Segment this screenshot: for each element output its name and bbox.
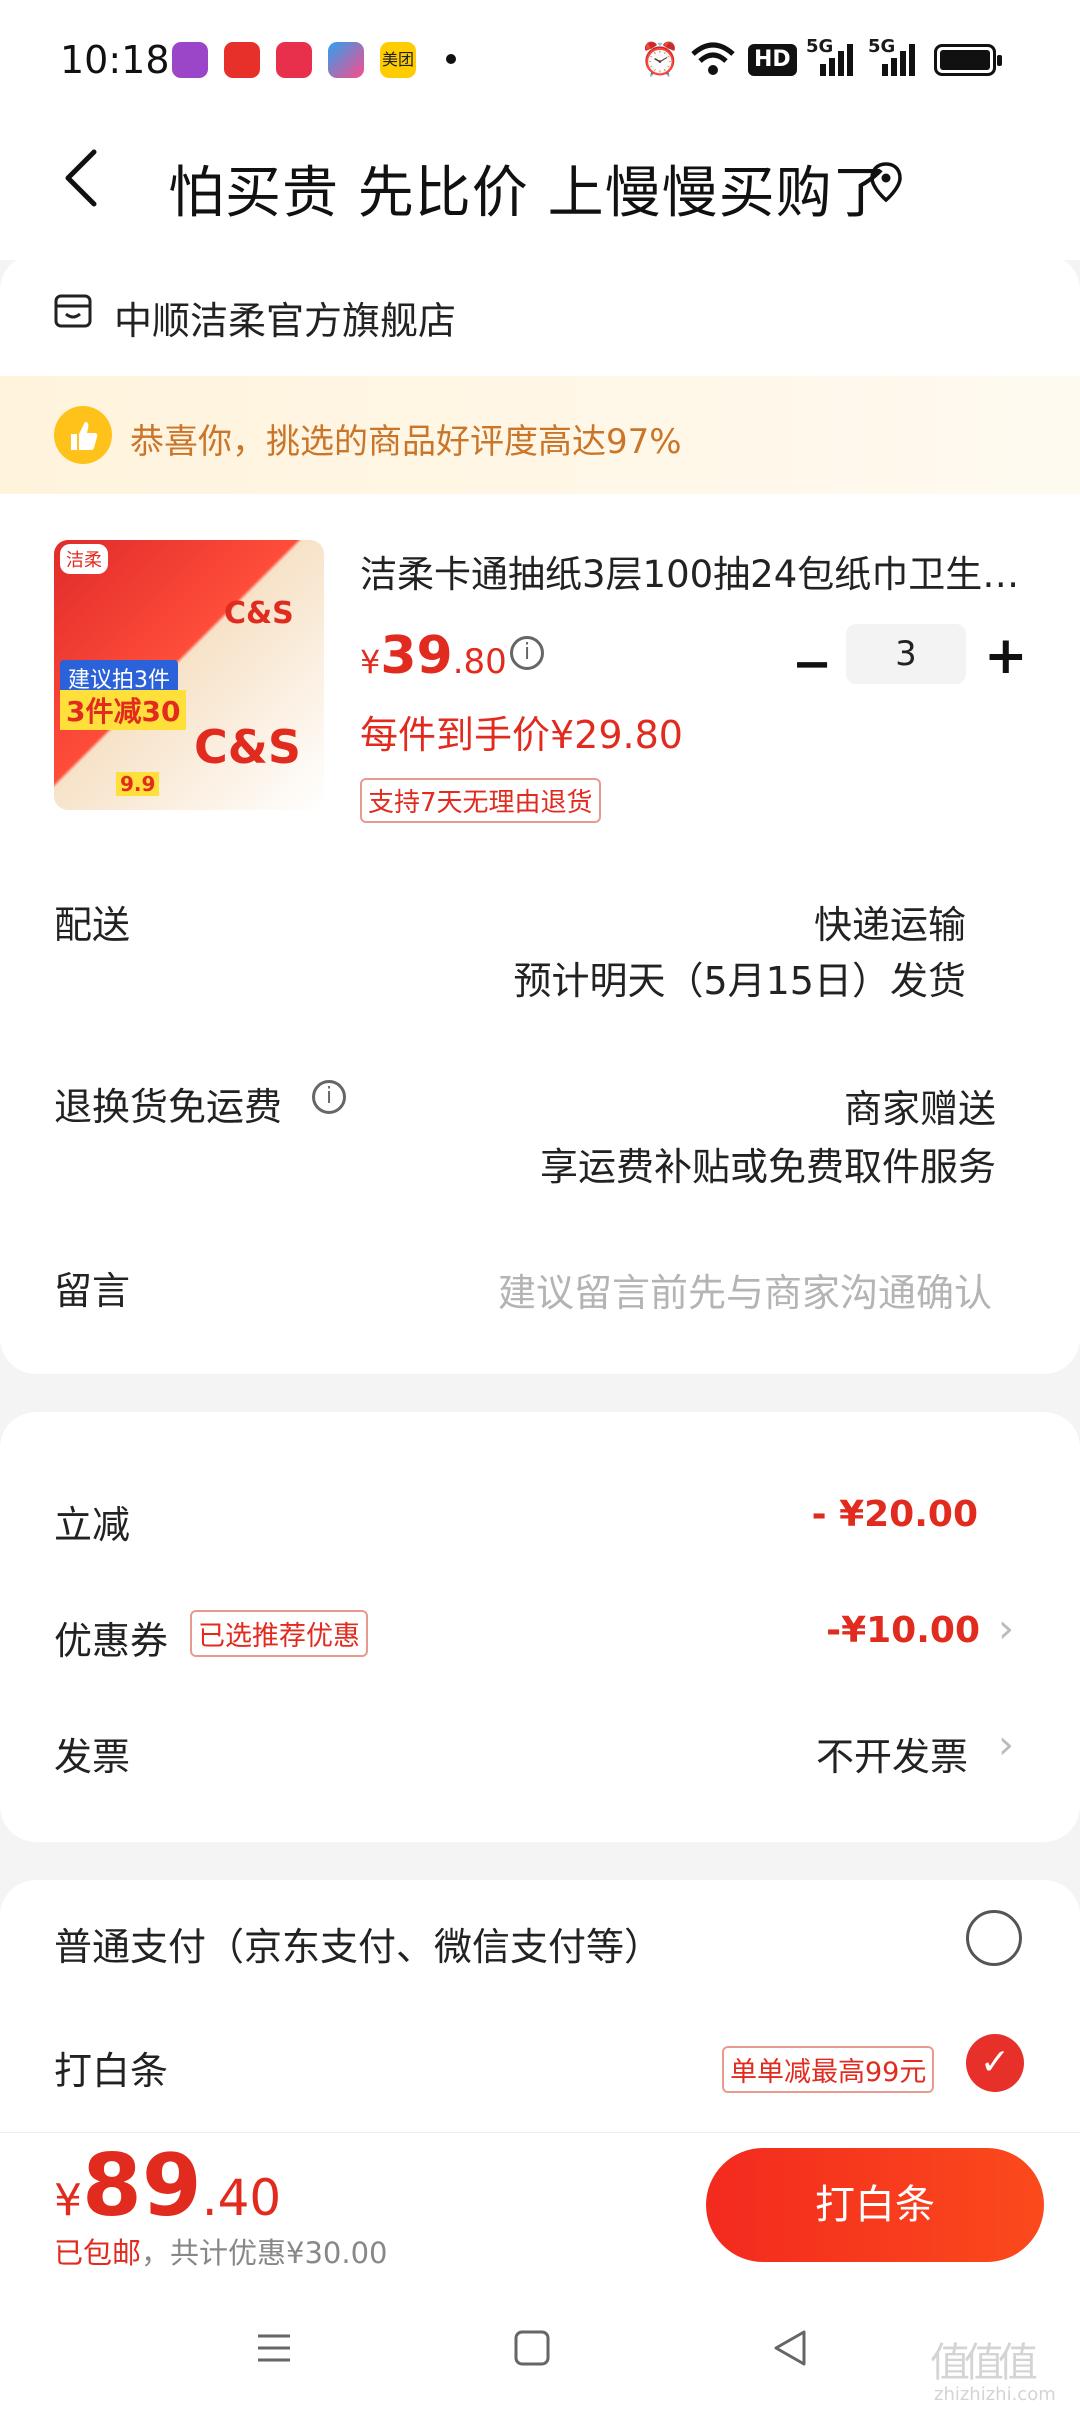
quantity-decrease-button[interactable]: − <box>792 636 832 692</box>
product-image-brand-2: C&S <box>194 720 302 774</box>
price-decimal: .80 <box>452 642 507 682</box>
invoice-value[interactable]: 不开发票 <box>816 1726 968 1781</box>
baitiao-checked-icon[interactable]: ✓ <box>966 2034 1024 2092</box>
coupon-badge: 已选推荐优惠 <box>190 1610 368 1657</box>
total-decimal: .40 <box>201 2169 282 2227</box>
return-shipping-desc: 享运费补贴或免费取件服务 <box>539 1145 996 1189</box>
return-shipping-value: 商家赠送 <box>843 1087 996 1131</box>
coupon-label: 优惠券 <box>54 1619 169 1663</box>
total-summary: 已包邮，共计优惠¥30.00 <box>54 2230 388 2272</box>
location-button[interactable] <box>862 158 910 206</box>
rating-text: 恭喜你，挑选的商品好评度高达97% <box>130 422 682 462</box>
message-label: 留言 <box>54 1269 131 1313</box>
normal-pay-radio[interactable] <box>966 1910 1022 1966</box>
invoice-chevron-icon[interactable]: › <box>998 1722 1014 1768</box>
product-title[interactable]: 洁柔卡通抽纸3层100抽24包纸巾卫生… <box>360 544 1030 598</box>
battery-icon <box>934 44 1002 76</box>
instant-discount-value: - ¥20.00 <box>811 1494 978 1535</box>
product-price: ¥39.80 <box>360 626 507 686</box>
menu-nav-icon[interactable] <box>252 2326 296 2381</box>
submit-order-button[interactable]: 打白条 <box>706 2148 1044 2262</box>
total-integer: 89 <box>82 2136 202 2236</box>
hd-icon: HD <box>748 44 797 76</box>
total-symbol: ¥ <box>54 2175 82 2226</box>
back-button[interactable] <box>52 132 122 222</box>
normal-pay-label[interactable]: 普通支付（京东支付、微信支付等） <box>54 1916 662 1971</box>
store-name[interactable]: 中顺洁柔官方旗舰店 <box>114 290 456 345</box>
total-price: ¥89.40 <box>54 2136 281 2236</box>
baitiao-badge: 单单减最高99元 <box>722 2046 935 2093</box>
signal-1-icon: 5G <box>806 36 856 80</box>
message-input[interactable]: 建议留言前先与商家沟通确认 <box>498 1262 992 1317</box>
alarm-icon: ⏰ <box>640 40 680 78</box>
wifi-icon <box>690 40 736 88</box>
jd-icon <box>224 42 260 78</box>
product-image-brand: C&S <box>224 596 294 631</box>
baitiao-label[interactable]: 打白条 <box>54 2040 168 2095</box>
coupon-chevron-icon[interactable]: › <box>998 1606 1014 1652</box>
invoice-label: 发票 <box>54 1735 131 1779</box>
price-integer: 39 <box>380 626 453 686</box>
price-info-icon[interactable]: i <box>510 636 544 670</box>
product-image-badge: 洁柔 <box>60 544 108 574</box>
app-1-icon <box>172 42 208 78</box>
delivery-label: 配送 <box>54 903 131 947</box>
back-nav-icon[interactable] <box>768 2326 812 2381</box>
per-unit-price: 每件到手价¥29.80 <box>360 713 683 757</box>
location-pin-icon <box>870 162 902 203</box>
coupon-value[interactable]: -¥10.00 <box>826 1610 980 1651</box>
back-arrow-icon <box>65 149 97 207</box>
meituan-icon: 美团 <box>380 42 416 78</box>
shipping-free: 已包邮 <box>54 2236 142 2270</box>
instant-discount-label: 立减 <box>54 1503 131 1547</box>
return-policy-tag: 支持7天无理由退货 <box>360 778 601 823</box>
watermark-site: zhizhizhi.com <box>934 2384 1056 2405</box>
notification-dot-icon <box>446 54 456 64</box>
delivery-method: 快递运输 <box>813 903 966 947</box>
product-image-deal: 3件减30 <box>60 690 187 730</box>
home-nav-icon[interactable] <box>510 2326 554 2381</box>
delivery-eta: 预计明天（5月15日）发货 <box>513 959 966 1003</box>
return-shipping-info-icon[interactable]: i <box>312 1080 346 1114</box>
product-image-low-price: 9.9 <box>116 772 160 796</box>
return-shipping-label: 退换货免运费 <box>54 1085 283 1129</box>
signal-2-icon: 5G <box>868 36 918 80</box>
quantity-value[interactable]: 3 <box>846 624 966 684</box>
watermark-logo: 值值值 <box>930 2340 1038 2386</box>
price-symbol: ¥ <box>360 643 381 681</box>
store-icon <box>52 290 94 332</box>
app-3-icon <box>276 42 312 78</box>
product-image[interactable]: 洁柔 建议拍3件 3件减30 C&S C&S 9.9 <box>54 540 324 810</box>
quantity-increase-button[interactable]: + <box>984 626 1028 686</box>
app-4-icon <box>328 42 364 78</box>
page-title: 怕买贵 先比价 上慢慢买购了 <box>168 161 890 226</box>
total-saving: ，共计优惠¥30.00 <box>141 2236 388 2270</box>
thumbs-up-icon <box>54 406 112 464</box>
status-time: 10:18 <box>60 38 170 82</box>
